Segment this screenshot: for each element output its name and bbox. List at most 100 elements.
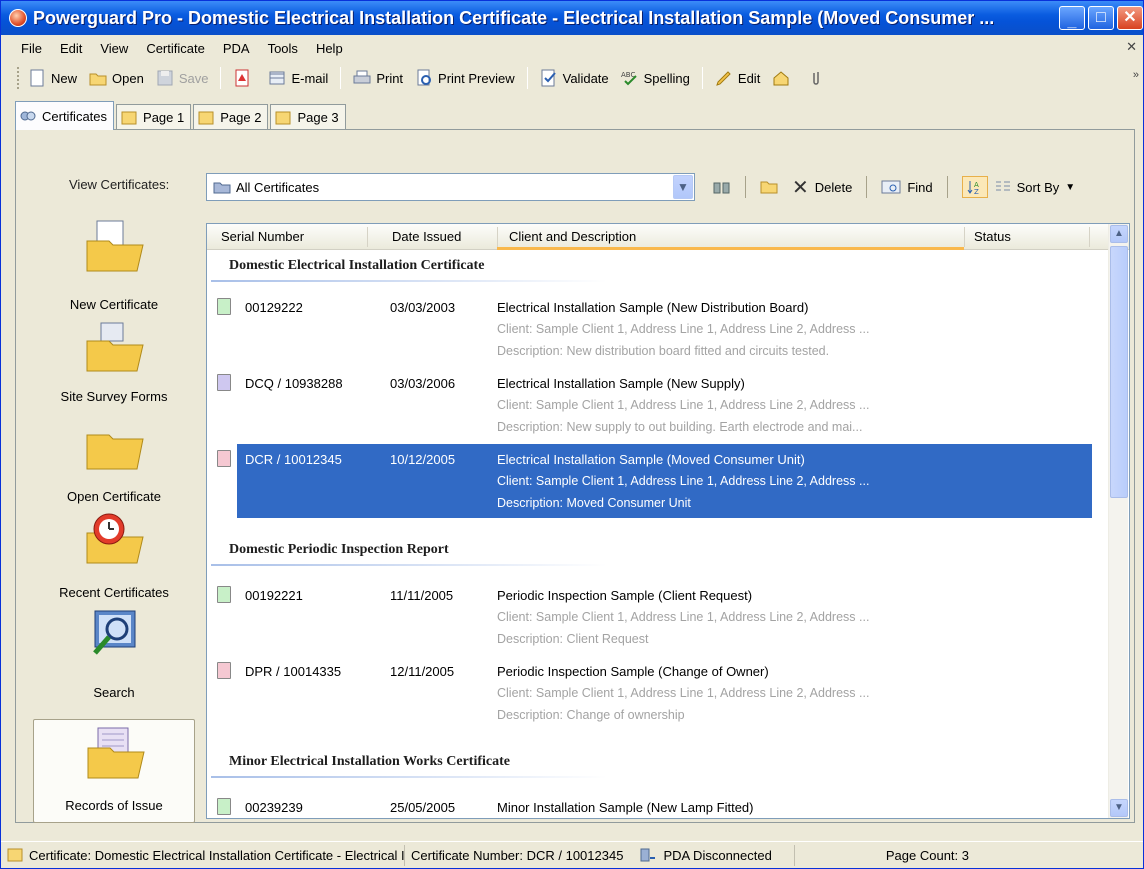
sort-by-button[interactable]: Sort By ▼ <box>994 179 1075 195</box>
toolbar-grip[interactable] <box>17 67 20 89</box>
date-issued: 03/03/2003 <box>390 300 456 315</box>
records-icon <box>87 727 145 779</box>
table-row[interactable]: 00192221 11/11/2005 Periodic Inspection … <box>207 580 1092 654</box>
nav-new-certificate[interactable]: New Certificate <box>33 211 195 321</box>
spelling-icon: ABC <box>621 69 639 87</box>
nav-records-of-issue[interactable]: Records of Issue <box>33 719 195 823</box>
open-folder-icon <box>86 434 144 470</box>
column-date-issued[interactable]: Date Issued <box>392 229 461 244</box>
toolbar-overflow-icon[interactable]: » <box>1133 69 1139 81</box>
spelling-button[interactable]: ABC Spelling <box>621 69 690 87</box>
tab-strip: Certificates Page 1 Page 2 Page 3 <box>15 100 348 130</box>
tab-label: Page 3 <box>297 110 339 125</box>
row-title: Electrical Installation Sample (New Dist… <box>497 300 809 315</box>
paperclip-button[interactable] <box>807 69 830 87</box>
edit-button[interactable]: Edit <box>715 69 760 87</box>
print-button[interactable]: Print <box>353 69 403 87</box>
column-divider[interactable] <box>964 227 965 247</box>
pdf-icon <box>233 69 251 87</box>
table-row[interactable]: DPR / 10014335 12/11/2005 Periodic Inspe… <box>207 656 1092 730</box>
toolbar-separator <box>220 67 222 89</box>
scroll-down-icon[interactable]: ▼ <box>1110 799 1128 817</box>
nav-recent-certificates[interactable]: Recent Certificates <box>33 505 195 609</box>
edit-label: Edit <box>737 70 761 86</box>
delete-x-icon: ✕ <box>792 176 809 199</box>
save-button[interactable]: Save <box>156 69 208 87</box>
row-description: Description: New distribution board fitt… <box>497 344 830 358</box>
nav-search[interactable]: Search <box>33 605 195 709</box>
document-icon <box>217 586 231 603</box>
tab-label: Certificates <box>42 108 108 124</box>
column-status[interactable]: Status <box>974 229 1011 244</box>
nav-open-certificate[interactable]: Open Certificate <box>33 407 195 511</box>
table-row[interactable]: 00129222 03/03/2003 Electrical Installat… <box>207 292 1092 366</box>
scrollbar-thumb[interactable] <box>1110 246 1128 498</box>
search-icon <box>93 610 136 655</box>
sort-indicator <box>497 247 964 250</box>
toolbar-separator <box>526 67 528 89</box>
attach-button[interactable] <box>772 69 795 87</box>
vertical-scrollbar[interactable]: ▲ ▼ <box>1108 224 1128 818</box>
document-icon <box>217 298 231 315</box>
column-divider[interactable] <box>497 227 498 247</box>
close-button[interactable]: ✕ <box>1117 6 1143 30</box>
table-row[interactable]: DCQ / 10938288 03/03/2006 Electrical Ins… <box>207 368 1092 442</box>
date-issued: 10/12/2005 <box>390 452 456 467</box>
table-row[interactable]: 00239239 25/05/2005 Minor Installation S… <box>207 792 1092 818</box>
group-divider <box>211 280 607 282</box>
app-icon[interactable] <box>9 9 27 27</box>
menu-pda[interactable]: PDA <box>223 41 250 56</box>
menu-view[interactable]: View <box>100 41 128 56</box>
new-button[interactable]: New <box>28 69 77 87</box>
nav-site-survey-forms[interactable]: Site Survey Forms <box>33 311 195 421</box>
house-icon <box>772 69 790 87</box>
column-serial-number[interactable]: Serial Number <box>221 229 304 244</box>
chevron-down-icon[interactable]: ▼ <box>673 175 693 199</box>
document-icon <box>217 662 231 679</box>
sort-toggle-button[interactable]: AZ <box>961 176 988 198</box>
scroll-up-icon[interactable]: ▲ <box>1110 225 1128 243</box>
maximize-button[interactable]: □ <box>1088 6 1114 30</box>
serial-number: 00192221 <box>245 588 303 603</box>
nav-label: Site Survey Forms <box>60 389 168 404</box>
menu-tools[interactable]: Tools <box>268 41 298 56</box>
pdf-button[interactable] <box>233 69 256 87</box>
column-divider[interactable] <box>367 227 368 247</box>
print-preview-button[interactable]: Print Preview <box>415 69 515 87</box>
tab-page-1[interactable]: Page 1 <box>116 104 192 130</box>
date-issued: 12/11/2005 <box>390 664 455 679</box>
menu-certificate[interactable]: Certificate <box>146 41 205 56</box>
menu-edit[interactable]: Edit <box>60 41 82 56</box>
column-divider[interactable] <box>1089 227 1090 247</box>
table-row-selected[interactable]: DCR / 10012345 10/12/2005 Electrical Ins… <box>207 444 1092 518</box>
print-preview-label: Print Preview <box>438 70 515 86</box>
find-button[interactable]: Find <box>881 179 933 195</box>
app-window: Powerguard Pro - Domestic Electrical Ins… <box>0 0 1144 869</box>
minimize-button[interactable]: _ <box>1059 6 1085 30</box>
tab-page-3[interactable]: Page 3 <box>270 104 346 130</box>
row-description: Description: Moved Consumer Unit <box>497 496 691 510</box>
menu-help[interactable]: Help <box>316 41 343 56</box>
site-survey-icon <box>86 322 144 372</box>
serial-number: DCR / 10012345 <box>245 452 342 467</box>
mdi-close-icon[interactable]: ✕ <box>1126 39 1137 55</box>
open-button[interactable]: Open <box>89 69 144 87</box>
tab-certificates[interactable]: Certificates <box>15 101 115 130</box>
status-number-text: Certificate Number: DCR / 10012345 <box>411 847 624 863</box>
group-header: Domestic Electrical Installation Certifi… <box>229 258 485 273</box>
new-folder-button[interactable] <box>760 179 778 195</box>
validate-button[interactable]: Validate <box>540 69 609 87</box>
delete-button[interactable]: ✕ Delete <box>792 175 852 200</box>
title-bar[interactable]: Powerguard Pro - Domestic Electrical Ins… <box>1 1 1143 35</box>
alarm-clock-icon <box>86 513 144 564</box>
group-divider <box>211 776 607 778</box>
menu-file[interactable]: File <box>21 41 42 56</box>
view-certificates-select[interactable]: All Certificates ▼ <box>206 173 695 201</box>
sort-by-label: Sort By <box>1016 179 1060 195</box>
tab-page-2[interactable]: Page 2 <box>193 104 269 130</box>
email-button[interactable]: E-mail <box>268 69 328 87</box>
row-client: Client: Sample Client 1, Address Line 1,… <box>497 686 870 700</box>
binoculars-button[interactable] <box>713 179 731 195</box>
column-client-description[interactable]: Client and Description <box>509 229 636 244</box>
new-label: New <box>51 70 78 86</box>
